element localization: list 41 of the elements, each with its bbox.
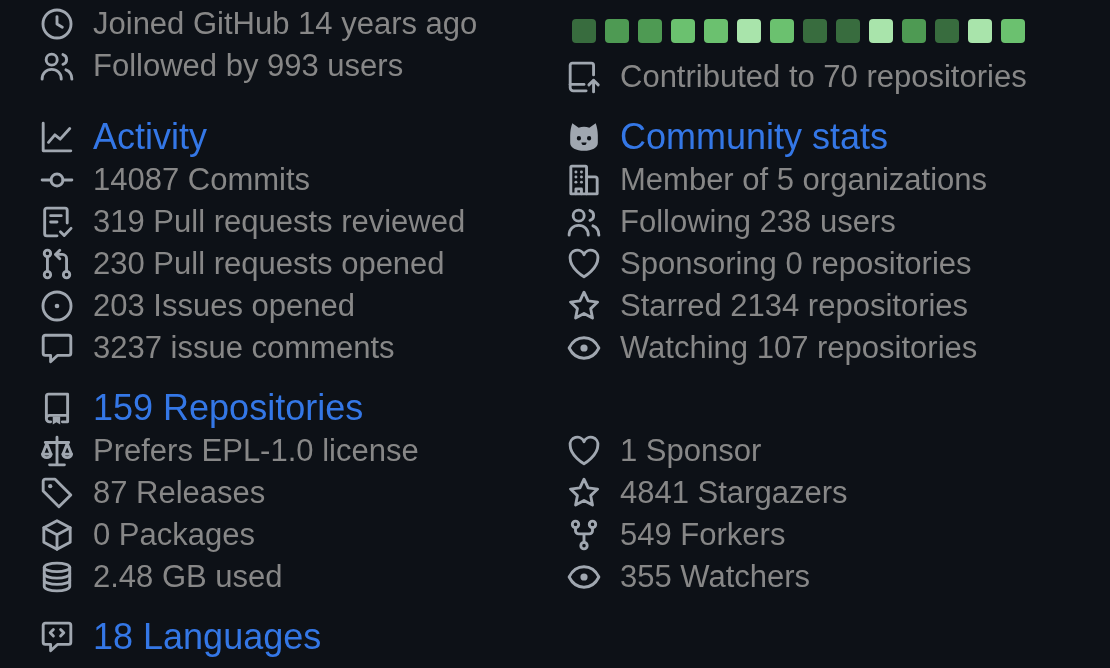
heart-icon [567,247,601,281]
page-up-arrow-icon [567,60,601,94]
heart-icon [567,434,601,468]
cube-icon [40,518,74,552]
line-chart-icon [40,120,74,154]
stat-label: Contributed to 70 repositories [620,58,1027,96]
section-heading: Activity [93,115,207,159]
stat-label: Starred 2134 repositories [620,287,969,325]
stat-label: 87 Releases [93,474,266,512]
clock-icon [40,7,74,41]
stat-label: 1 Sponsor [620,432,762,470]
stat-label: Following 238 users [620,203,896,241]
stat-label: Joined GitHub 14 years ago [93,5,478,43]
stat-label: 4841 Stargazers [620,474,848,512]
building-icon [567,163,601,197]
circle-dot-icon [40,289,74,323]
stat-label: Watching 107 repositories [620,329,978,367]
database-icon [40,560,74,594]
stat-label: 230 Pull requests opened [93,245,445,283]
stat-label: Sponsoring 0 repositories [620,245,972,283]
stat-label: 0 Packages [93,516,255,554]
section-heading: 159 Repositories [93,386,364,430]
speech-bubble-icon [40,331,74,365]
stat-label: 3237 issue comments [93,329,395,367]
stat-label: Member of 5 organizations [620,161,988,199]
stat-label: 319 Pull requests reviewed [93,203,466,241]
stat-label: 14087 Commits [93,161,311,199]
scales-icon [40,434,74,468]
stat-label: 2.48 GB used [93,558,283,596]
stat-label: 203 Issues opened [93,287,355,325]
pull-request-icon [40,247,74,281]
cat-face-icon [567,120,601,154]
section-heading: 18 Languages [93,615,322,659]
section-heading: Community stats [620,115,889,159]
code-bubble-icon [40,620,74,654]
stat-label: Prefers EPL-1.0 license [93,432,419,470]
tag-icon [40,476,74,510]
stat-label: 549 Forkers [620,516,786,554]
stat-label: 355 Watchers [620,558,811,596]
stat-label: Followed by 993 users [93,47,404,85]
document-check-icon [40,205,74,239]
